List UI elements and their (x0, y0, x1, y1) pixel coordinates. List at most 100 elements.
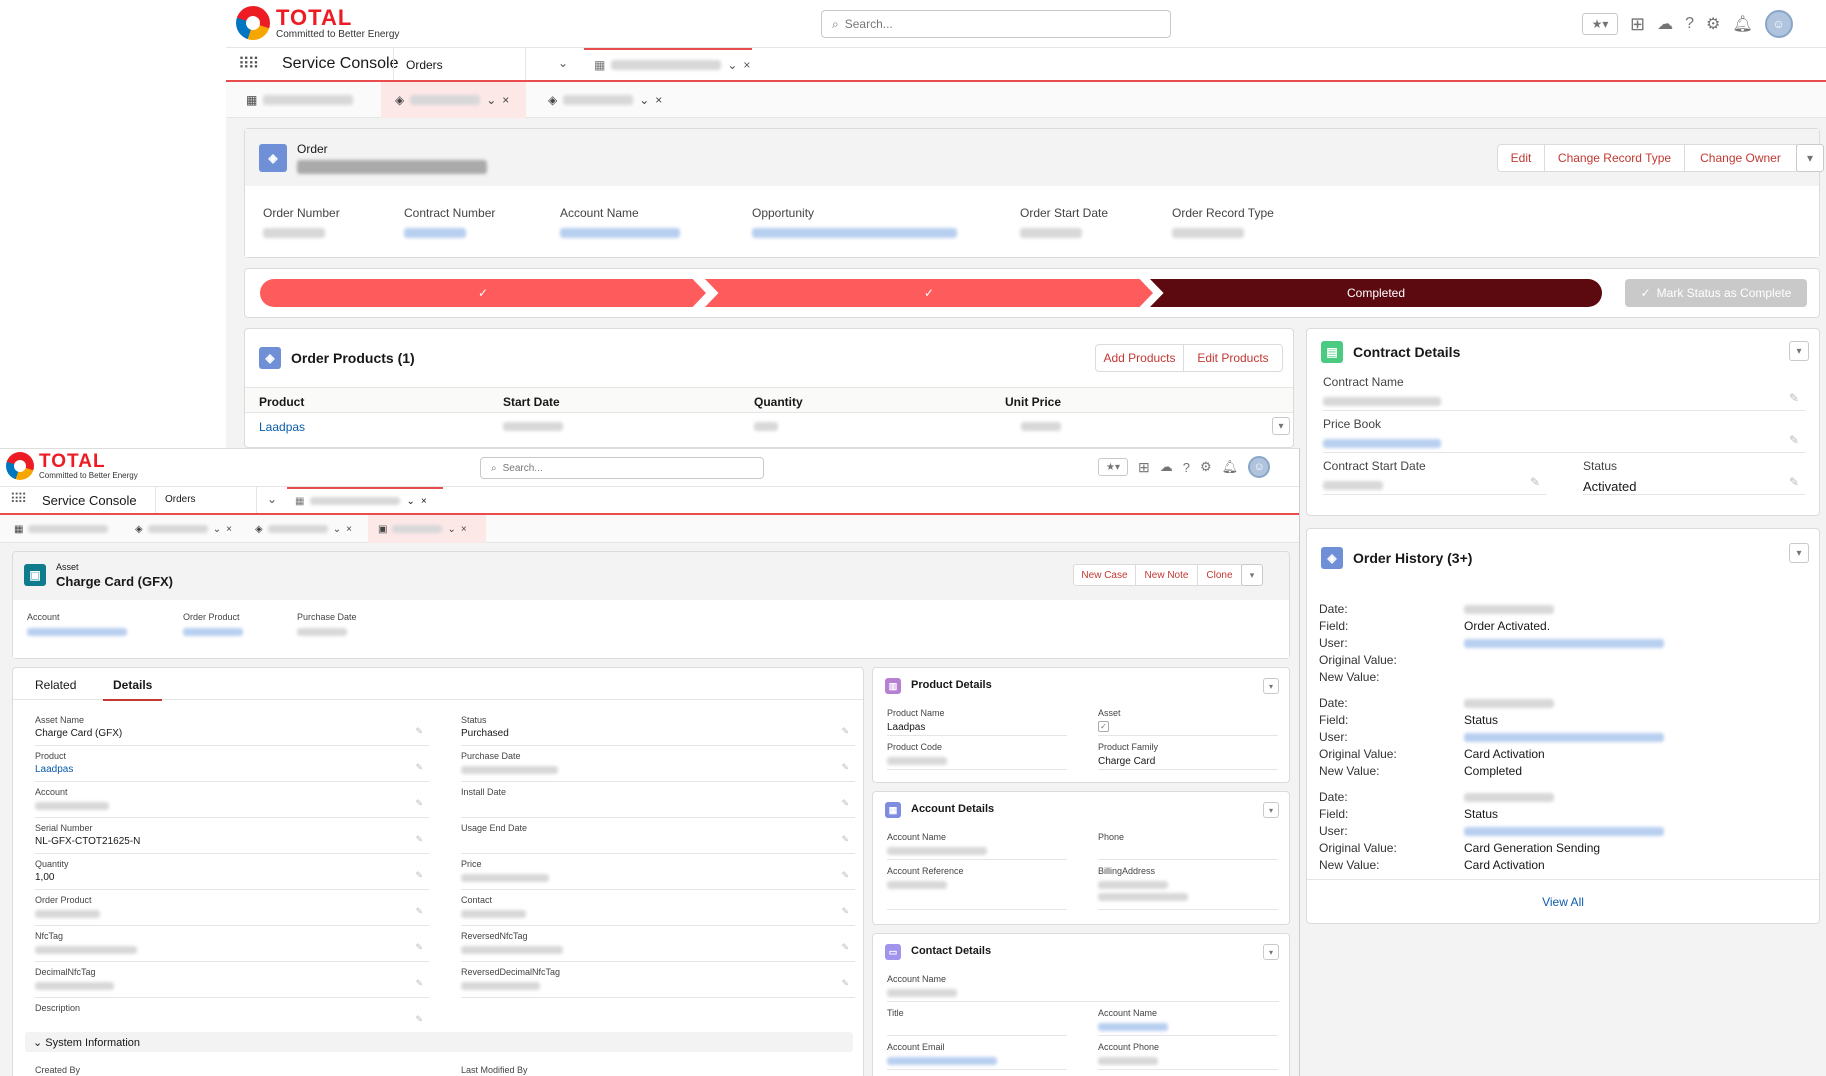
total-logo[interactable]: TOTAL Committed to Better Energy (236, 6, 399, 40)
change-owner-button[interactable]: Change Owner (1684, 144, 1797, 172)
edit-pencil-icon[interactable]: ✎ (415, 870, 423, 881)
redacted-link[interactable] (1323, 439, 1441, 448)
global-search[interactable]: ⌕ Search... (821, 10, 1171, 38)
edit-pencil-icon[interactable]: ✎ (841, 834, 849, 845)
subtab-order-2[interactable]: ◈ ⌄ × (536, 82, 686, 118)
subtab-chevron-down-icon[interactable]: ⌄ (213, 524, 221, 535)
edit-pencil-icon[interactable]: ✎ (415, 1014, 423, 1025)
help-icon[interactable]: ? (1183, 460, 1190, 475)
redacted-link[interactable] (560, 228, 680, 238)
contract-chevron-down-icon[interactable]: ▾ (1789, 341, 1809, 361)
favorites-star-icon[interactable]: ★▾ (1582, 13, 1618, 35)
redacted-link[interactable] (183, 628, 243, 636)
workspace-tab-active[interactable]: ▦ ⌄ × (287, 487, 443, 513)
subtab-account[interactable]: ▦ (0, 515, 125, 543)
redacted-link[interactable] (1098, 1023, 1168, 1031)
edit-pencil-icon[interactable]: ✎ (841, 726, 849, 737)
redacted-link[interactable] (1464, 733, 1664, 742)
new-note-button[interactable]: New Note (1135, 564, 1198, 586)
edit-pencil-icon[interactable]: ✎ (841, 942, 849, 953)
more-actions-chevron-down-icon[interactable]: ▾ (1796, 144, 1824, 172)
add-products-button[interactable]: Add Products (1095, 344, 1184, 372)
global-add-icon[interactable]: ⊞ (1630, 14, 1645, 35)
edit-pencil-icon[interactable]: ✎ (1789, 391, 1799, 405)
edit-pencil-icon[interactable]: ✎ (841, 870, 849, 881)
contact-chevron-down-icon[interactable]: ▾ (1263, 944, 1279, 960)
tab-chevron-down-icon[interactable]: ⌄ (727, 58, 737, 72)
clone-button[interactable]: Clone (1197, 564, 1242, 586)
col-start-date[interactable]: Start Date (503, 395, 560, 409)
edit-pencil-icon[interactable]: ✎ (415, 834, 423, 845)
tab-close-icon[interactable]: × (421, 496, 427, 507)
help-icon[interactable]: ? (1685, 15, 1694, 33)
object-nav-chevron-down-icon[interactable]: ⌄ (267, 492, 277, 506)
path-step-completed[interactable]: Completed (1150, 279, 1602, 307)
redacted-link[interactable] (887, 1057, 997, 1065)
new-case-button[interactable]: New Case (1073, 564, 1136, 586)
row-actions-chevron-down-icon[interactable]: ▾ (1272, 417, 1290, 435)
redacted-link[interactable] (752, 228, 957, 238)
subtab-account[interactable]: ▦ (226, 82, 381, 118)
favorites-star-icon[interactable]: ★▾ (1098, 458, 1128, 476)
subtab-asset-active[interactable]: ▣ ⌄ × (368, 515, 486, 543)
subtab-close-icon[interactable]: × (655, 93, 662, 107)
edit-products-button[interactable]: Edit Products (1183, 344, 1283, 372)
subtab-close-icon[interactable]: × (502, 93, 509, 107)
account-chevron-down-icon[interactable]: ▾ (1263, 802, 1279, 818)
tab-related[interactable]: Related (35, 678, 76, 692)
object-nav-tab[interactable]: Orders (393, 48, 526, 80)
col-quantity[interactable]: Quantity (754, 395, 803, 409)
subtab-close-icon[interactable]: × (461, 524, 467, 535)
edit-pencil-icon[interactable]: ✎ (841, 798, 849, 809)
edit-pencil-icon[interactable]: ✎ (415, 798, 423, 809)
edit-pencil-icon[interactable]: ✎ (415, 906, 423, 917)
edit-pencil-icon[interactable]: ✎ (1789, 433, 1799, 447)
edit-pencil-icon[interactable]: ✎ (415, 978, 423, 989)
order-products-title[interactable]: Order Products (1) (291, 350, 415, 366)
edit-pencil-icon[interactable]: ✎ (415, 726, 423, 737)
subtab-close-icon[interactable]: × (346, 524, 352, 535)
redacted-link[interactable] (404, 228, 466, 238)
object-nav-chevron-down-icon[interactable]: ⌄ (558, 56, 568, 70)
user-avatar[interactable]: ☺ (1764, 10, 1793, 38)
edit-pencil-icon[interactable]: ✎ (1530, 475, 1540, 489)
subtab-order[interactable]: ◈ ⌄ × (125, 515, 245, 543)
total-logo[interactable]: TOTAL Committed to Better Energy (6, 452, 138, 480)
setup-gear-icon[interactable]: ⚙ (1706, 14, 1720, 34)
global-add-icon[interactable]: ⊞ (1138, 459, 1150, 476)
path-step-2[interactable]: ✓ (705, 279, 1153, 307)
tab-close-icon[interactable]: × (743, 58, 750, 72)
notifications-bell-icon[interactable]: 🔔︎ (1222, 459, 1239, 475)
view-all-link[interactable]: View All (1542, 895, 1584, 909)
redacted-link[interactable] (27, 628, 127, 636)
workspace-tab-active[interactable]: ▦ ⌄ × (584, 48, 752, 80)
subtab-chevron-down-icon[interactable]: ⌄ (639, 93, 649, 107)
setup-gear-icon[interactable]: ⚙ (1200, 459, 1212, 475)
subtab-chevron-down-icon[interactable]: ⌄ (333, 524, 341, 535)
notifications-bell-icon[interactable]: 🔔︎ (1732, 14, 1752, 34)
edit-pencil-icon[interactable]: ✎ (841, 762, 849, 773)
global-search[interactable]: ⌕ Search... (480, 457, 764, 479)
subtab-order-2[interactable]: ◈ ⌄ × (245, 515, 365, 543)
subtab-close-icon[interactable]: × (226, 524, 232, 535)
field-value[interactable]: Laadpas (35, 764, 429, 775)
product-link[interactable]: Laadpas (259, 420, 305, 434)
edit-pencil-icon[interactable]: ✎ (841, 978, 849, 989)
redacted-link[interactable] (1464, 639, 1664, 648)
app-launcher-icon[interactable]: ⠿⠿ (238, 54, 259, 74)
product-chevron-down-icon[interactable]: ▾ (1263, 678, 1279, 694)
tab-chevron-down-icon[interactable]: ⌄ (406, 496, 414, 507)
more-actions-chevron-down-icon[interactable]: ▾ (1241, 564, 1263, 586)
trailhead-icon[interactable]: ☁ (1657, 14, 1673, 34)
edit-button[interactable]: Edit (1497, 144, 1545, 172)
edit-pencil-icon[interactable]: ✎ (415, 942, 423, 953)
subtab-chevron-down-icon[interactable]: ⌄ (486, 93, 496, 107)
object-nav-tab[interactable]: Orders (155, 487, 257, 513)
user-avatar[interactable]: ☺ (1248, 456, 1271, 478)
edit-pencil-icon[interactable]: ✎ (415, 762, 423, 773)
system-information-section[interactable]: ⌄ System Information (25, 1032, 853, 1052)
subtab-order-active[interactable]: ◈ ⌄ × (381, 82, 526, 118)
redacted-link[interactable] (1464, 827, 1664, 836)
path-step-1[interactable]: ✓ (260, 279, 706, 307)
edit-pencil-icon[interactable]: ✎ (1789, 475, 1799, 489)
